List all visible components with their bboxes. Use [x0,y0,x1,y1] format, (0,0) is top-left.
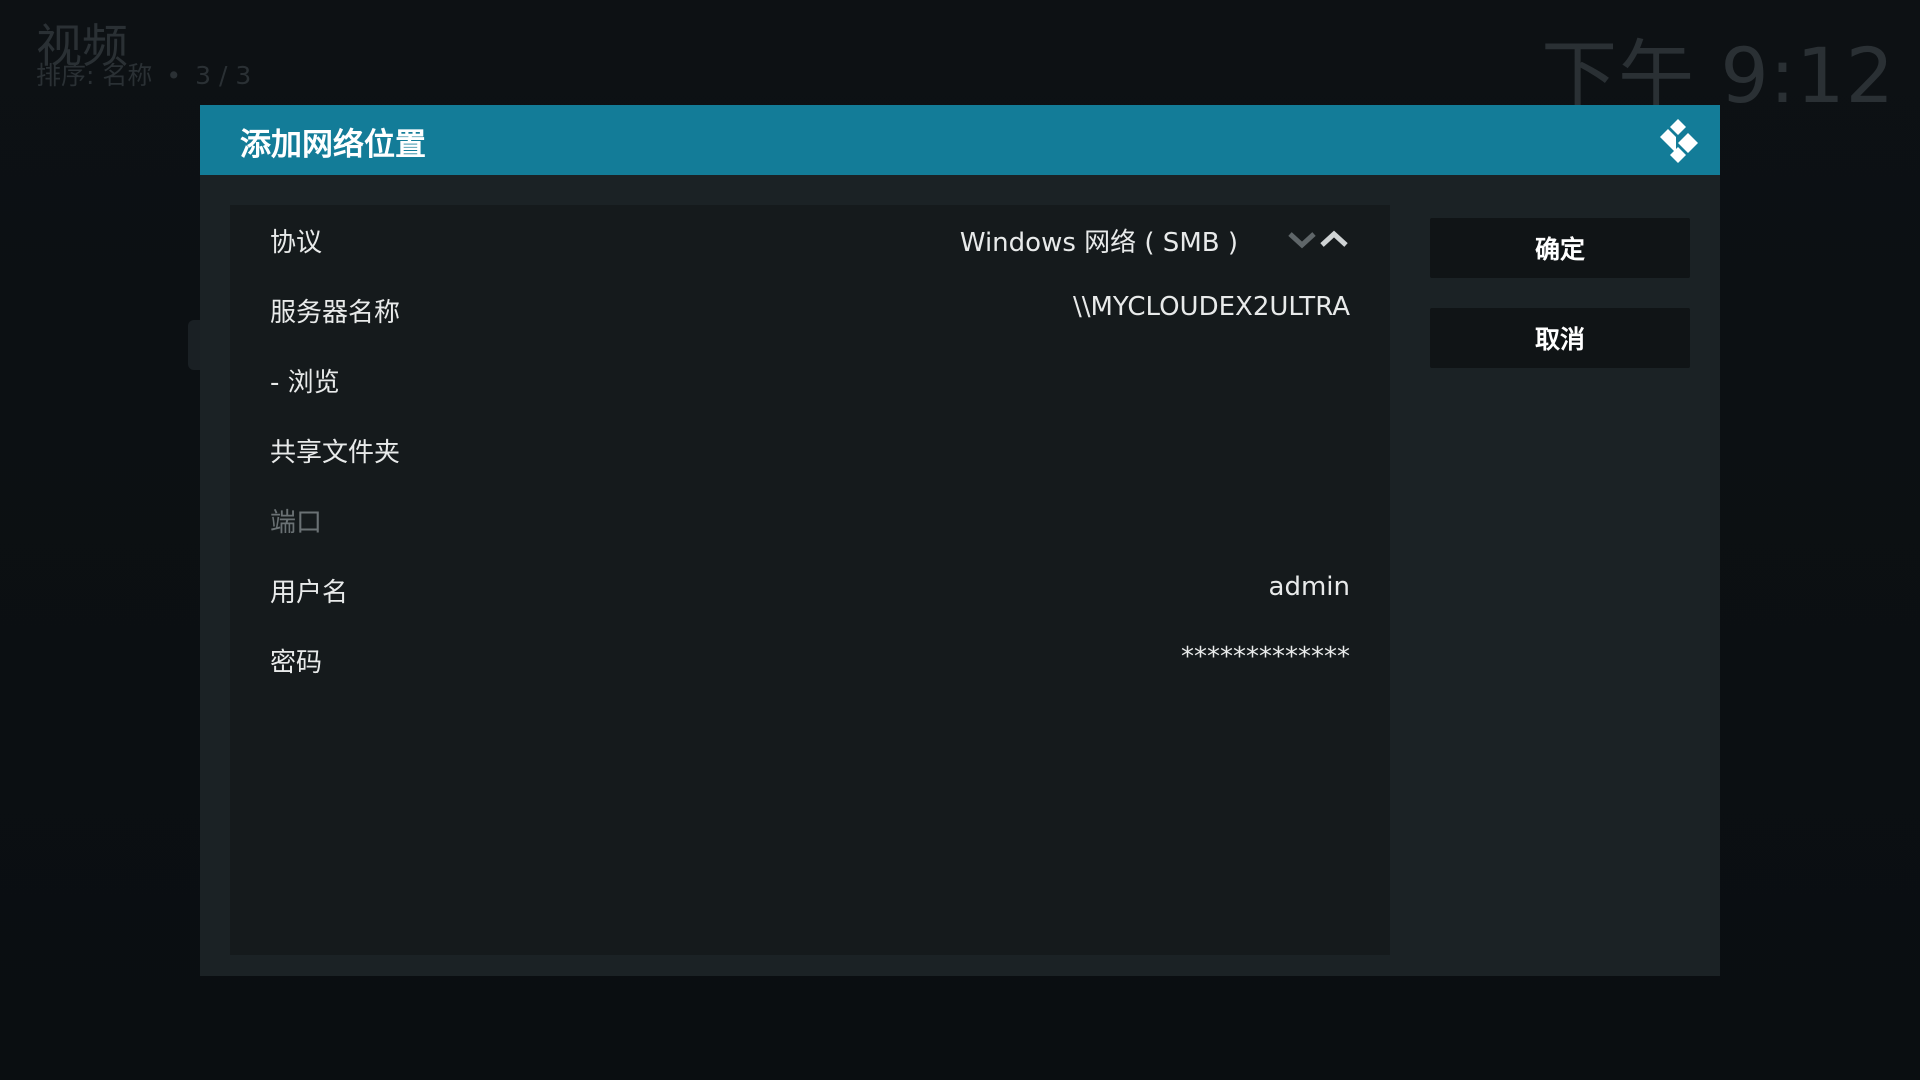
kodi-logo-icon [1660,119,1698,163]
username-row[interactable]: 用户名 admin [230,555,1390,625]
protocol-value: Windows 网络 ( SMB ) [959,228,1238,258]
ok-button[interactable]: 确定 [1430,218,1690,278]
browse-row[interactable]: - 浏览 [230,345,1390,415]
username-label: 用户名 [270,578,349,608]
dialog-title: 添加网络位置 [240,127,426,163]
server-name-label: 服务器名称 [270,298,401,328]
server-name-value: \\MYCLOUDEX2ULTRA [1072,292,1350,322]
server-name-row[interactable]: 服务器名称 \\MYCLOUDEX2ULTRA [230,275,1390,345]
port-label: 端口 [270,508,323,538]
username-value: admin [1268,572,1350,602]
dialog-header: 添加网络位置 [200,105,1720,175]
chevron-down-icon[interactable] [1286,227,1318,251]
password-label: 密码 [270,648,323,678]
port-row: 端口 [230,485,1390,555]
protocol-row[interactable]: 协议 Windows 网络 ( SMB ) [230,205,1390,275]
protocol-label: 协议 [270,228,323,258]
chevron-up-icon[interactable] [1318,227,1350,251]
shared-folder-row[interactable]: 共享文件夹 [230,415,1390,485]
shared-folder-label: 共享文件夹 [270,438,401,468]
password-row[interactable]: 密码 ************* [230,625,1390,695]
sort-label: 排序: 名称 [36,61,153,90]
browse-label: - 浏览 [270,368,340,398]
add-network-location-dialog: 添加网络位置 协议 Windows 网络 ( SMB ) 服务器名称 \\MYC… [200,105,1720,976]
settings-list: 协议 Windows 网络 ( SMB ) 服务器名称 \\MYCLOUDEX2… [230,205,1390,955]
sort-info: 排序: 名称 • 3 / 3 [36,56,251,92]
separator-dot: • [166,61,182,90]
item-count: 3 / 3 [195,61,252,90]
cancel-button[interactable]: 取消 [1430,308,1690,368]
password-value: ************* [1181,642,1350,672]
